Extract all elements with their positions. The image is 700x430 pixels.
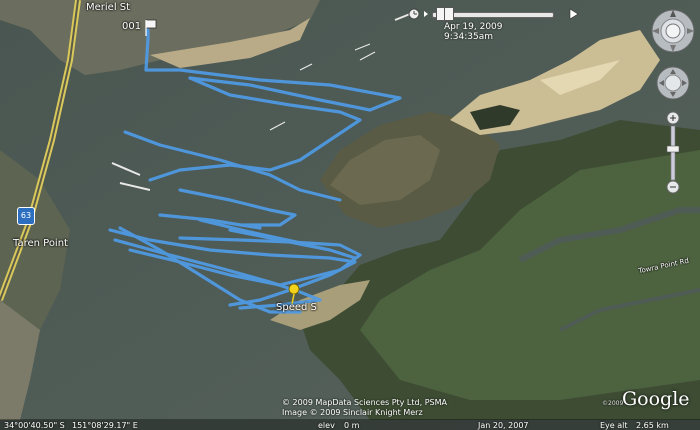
time-date: Apr 19, 2009 xyxy=(444,22,503,32)
elevation-value: 0 m xyxy=(344,421,360,430)
google-copyright-small: ©2009 xyxy=(602,400,624,407)
route-shield-icon: 63 xyxy=(17,207,35,225)
copyright-line-1: © 2009 MapData Sciences Pty Ltd, PSMA xyxy=(282,398,447,407)
time-handle-end[interactable] xyxy=(444,7,454,21)
google-logo: Google xyxy=(622,388,690,410)
zoom-slider[interactable] xyxy=(666,125,680,181)
longitude-readout: 151°08'29.17" E xyxy=(72,421,138,430)
satellite-map[interactable] xyxy=(0,0,700,430)
time-options-icon[interactable] xyxy=(408,8,420,20)
placemark-label-001: 001 xyxy=(122,21,142,32)
placemark-label-speed: Speed S xyxy=(276,302,317,313)
imagery-date: Jan 20, 2007 xyxy=(478,421,529,430)
street-label-meriel: Meriel St xyxy=(86,2,131,13)
place-label-taren-point: Taren Point xyxy=(13,238,68,249)
zoom-out-time-icon[interactable] xyxy=(424,11,428,17)
copyright-block: © 2009 MapData Sciences Pty Ltd, PSMA Im… xyxy=(282,398,447,418)
look-joystick-icon[interactable] xyxy=(665,23,681,39)
time-slider[interactable]: Apr 19, 2009 9:34:35am xyxy=(392,4,582,42)
eye-alt-label: Eye alt xyxy=(600,421,628,430)
move-joystick-icon[interactable] xyxy=(656,66,690,100)
time-clock: 9:34:35am xyxy=(444,32,493,42)
zoom-in-icon[interactable] xyxy=(666,111,680,125)
copyright-line-2: Image © 2009 Sinclair Knight Merz xyxy=(282,408,423,417)
elevation-label: elev xyxy=(318,421,335,430)
zoom-out-icon[interactable] xyxy=(666,180,680,194)
play-icon[interactable] xyxy=(569,8,579,20)
eye-alt-value: 2.65 km xyxy=(636,421,669,430)
navigation-controls[interactable] xyxy=(650,6,696,206)
time-readout: Apr 19, 2009 9:34:35am xyxy=(444,22,503,42)
latitude-readout: 34°00'40.50" S xyxy=(4,421,65,430)
